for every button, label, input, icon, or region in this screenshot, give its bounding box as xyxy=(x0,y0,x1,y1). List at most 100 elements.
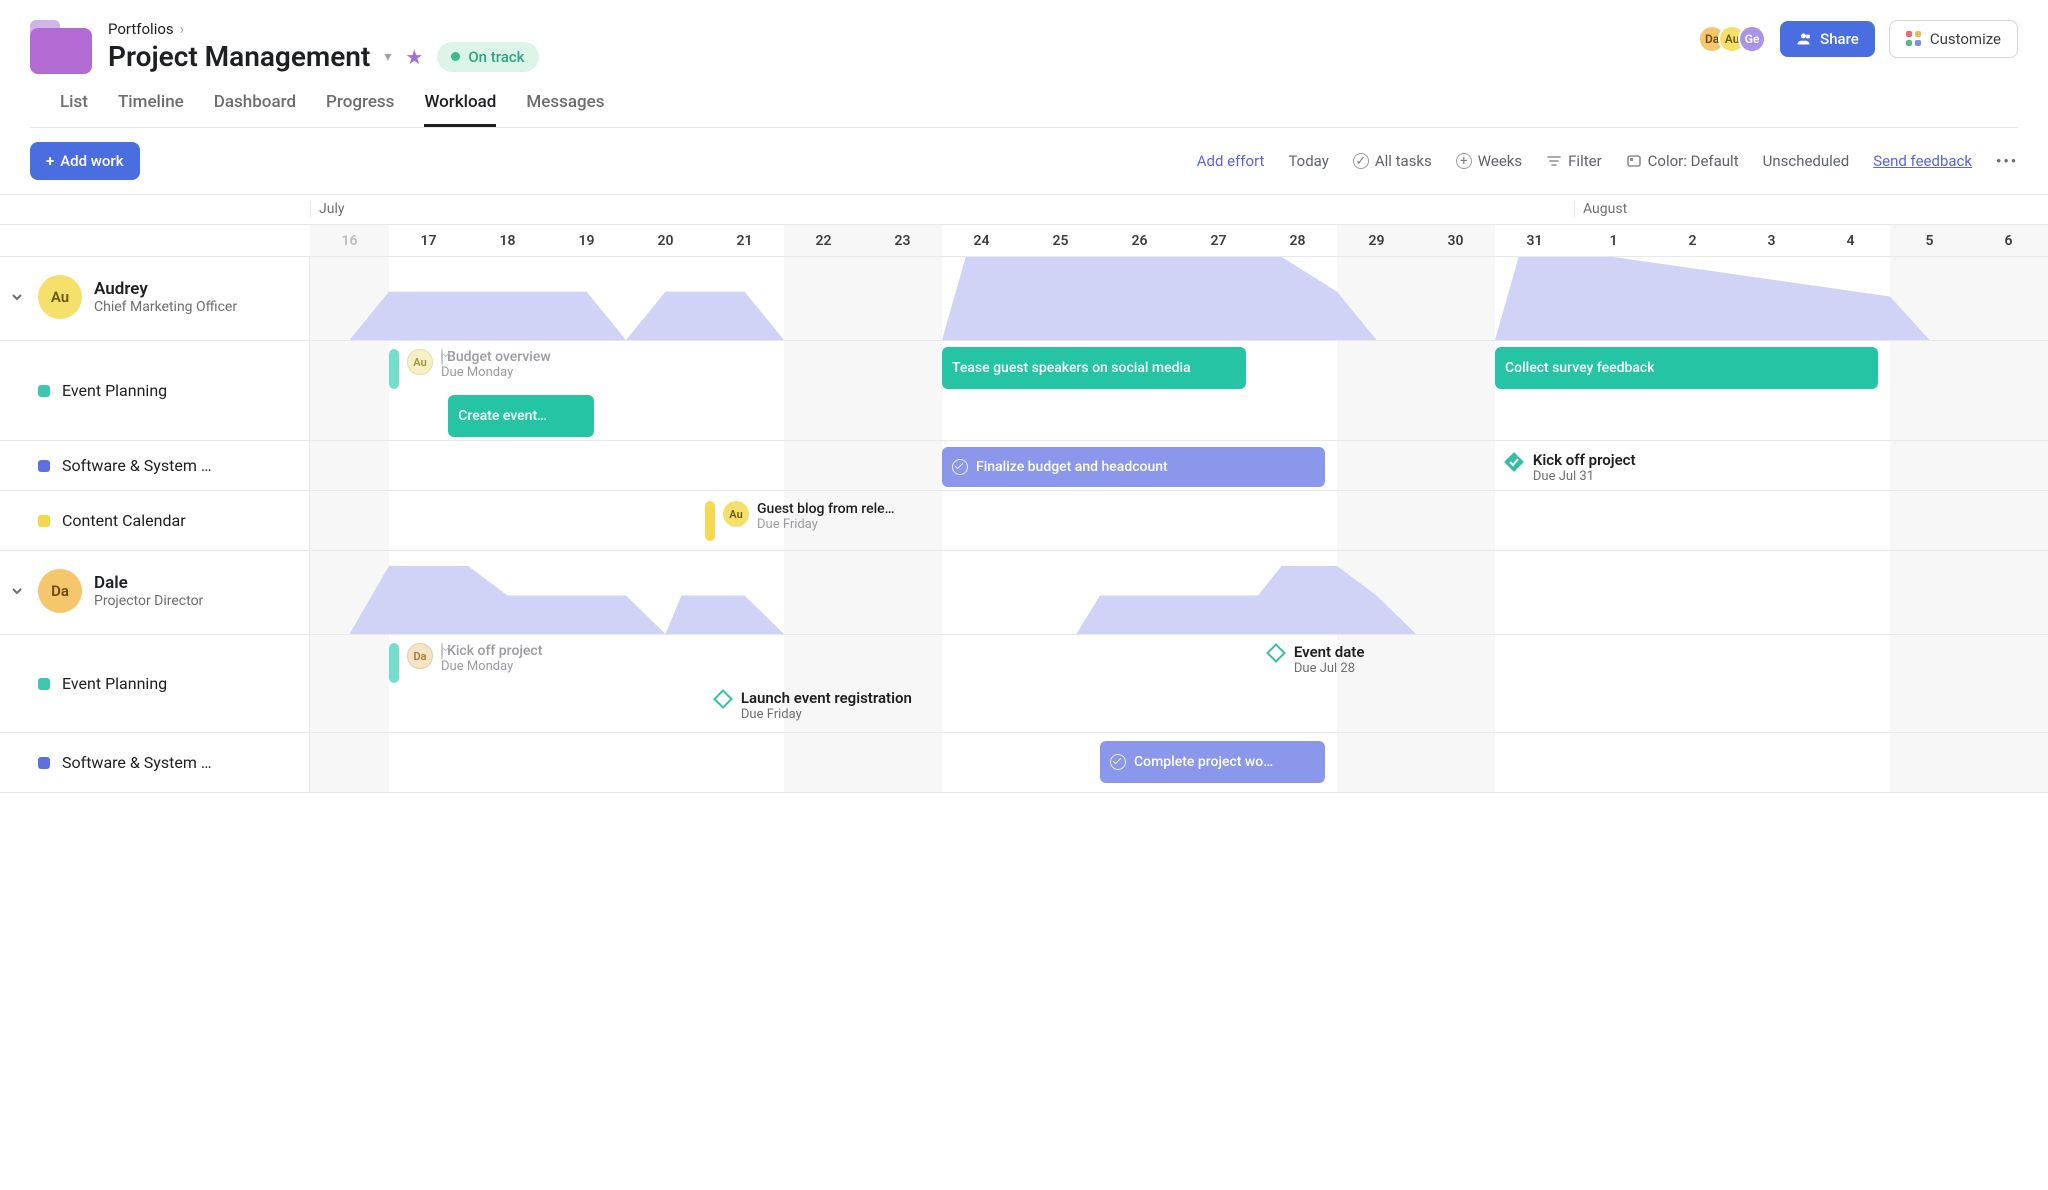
collapse-toggle[interactable] xyxy=(8,582,26,600)
people-icon xyxy=(1796,31,1812,47)
timeline-row: Complete project wo… xyxy=(310,733,2048,793)
task-create-event[interactable]: Create event… xyxy=(448,395,594,437)
share-button[interactable]: Share xyxy=(1780,21,1875,57)
date-cell: 30 xyxy=(1416,225,1495,256)
task-collect-survey[interactable]: Collect survey feedback xyxy=(1495,347,1878,389)
tab-list[interactable]: List xyxy=(60,92,88,127)
project-color-icon xyxy=(38,757,50,769)
member-avatar-stack[interactable]: Da Au Ge xyxy=(1698,25,1766,53)
project-row-event[interactable]: Event Planning xyxy=(0,341,309,441)
resource-list: Au Audrey Chief Marketing Officer Event … xyxy=(0,257,310,793)
avatar: Da xyxy=(38,569,82,613)
collapse-toggle[interactable] xyxy=(8,288,26,306)
status-label: On track xyxy=(468,48,524,66)
date-cell: 24 xyxy=(942,225,1021,256)
breadcrumb[interactable]: Portfolios › xyxy=(108,20,539,38)
add-work-button[interactable]: + Add work xyxy=(30,142,140,180)
milestone-event-date[interactable]: Event date Due Jul 28 xyxy=(1266,643,1365,676)
filter-icon xyxy=(1546,153,1562,169)
date-header: 16171819202122232425262728293031123456 xyxy=(310,225,2048,256)
add-effort-link[interactable]: Add effort xyxy=(1197,152,1265,170)
date-cell: 4 xyxy=(1811,225,1890,256)
project-color-icon xyxy=(38,385,50,397)
project-row-software[interactable]: Software & System … xyxy=(0,441,309,491)
date-cell: 27 xyxy=(1179,225,1258,256)
timeline-row: Finalize budget and headcount Kick off p… xyxy=(310,441,2048,491)
status-chip[interactable]: On track xyxy=(437,42,538,72)
customize-grid-icon xyxy=(1906,31,1922,47)
date-cell: 25 xyxy=(1021,225,1100,256)
project-color-icon xyxy=(38,678,50,690)
unscheduled-button[interactable]: Unscheduled xyxy=(1763,152,1850,170)
date-cell: 23 xyxy=(863,225,942,256)
person-title: Projector Director xyxy=(94,593,203,609)
date-cell: 21 xyxy=(705,225,784,256)
date-cell: 18 xyxy=(468,225,547,256)
person-title: Chief Marketing Officer xyxy=(94,299,237,315)
check-icon xyxy=(1110,754,1126,770)
check-icon xyxy=(952,459,968,475)
task-budget-overview[interactable]: Au Budget overview Due Monday xyxy=(389,349,551,389)
project-row-software[interactable]: Software & System … xyxy=(0,733,309,793)
date-cell: 26 xyxy=(1100,225,1179,256)
timeline-row: Au Guest blog from rele… Due Friday xyxy=(310,491,2048,551)
palette-icon xyxy=(1626,153,1642,169)
diamond-icon xyxy=(1266,643,1286,663)
date-cell: 31 xyxy=(1495,225,1574,256)
task-complete-project[interactable]: Complete project wo… xyxy=(1100,741,1325,783)
diamond-check-icon xyxy=(1503,451,1525,473)
send-feedback-link[interactable]: Send feedback xyxy=(1873,152,1972,170)
timeline-row: Da Kick off project Due Monday Event dat… xyxy=(310,635,2048,733)
color-button[interactable]: Color: Default xyxy=(1626,152,1739,170)
milestone-launch[interactable]: Launch event registration Due Friday xyxy=(713,689,912,722)
workload-toolbar: + Add work Add effort Today ✓ All tasks … xyxy=(0,128,2048,195)
view-tabs: List Timeline Dashboard Progress Workloa… xyxy=(30,74,2018,128)
date-cell: 1 xyxy=(1574,225,1653,256)
title-dropdown-icon[interactable]: ▾ xyxy=(384,49,391,65)
tab-workload[interactable]: Workload xyxy=(424,92,496,127)
portfolio-folder-icon xyxy=(30,20,92,74)
milestone-kickoff[interactable]: Kick off project Due Jul 31 xyxy=(1503,451,1636,484)
month-header: July August xyxy=(310,195,2048,224)
task-kickoff-ghost[interactable]: Da Kick off project Due Monday xyxy=(389,643,542,683)
date-cell: 19 xyxy=(547,225,626,256)
status-dot-icon xyxy=(451,52,460,61)
diamond-icon xyxy=(713,689,733,709)
project-color-icon xyxy=(38,515,50,527)
check-circle-icon: ✓ xyxy=(1353,153,1369,169)
tab-timeline[interactable]: Timeline xyxy=(118,92,184,127)
person-row-audrey: Au Audrey Chief Marketing Officer xyxy=(0,257,309,341)
today-button[interactable]: Today xyxy=(1288,152,1328,170)
date-cell: 6 xyxy=(1969,225,2048,256)
favorite-star-icon[interactable]: ★ xyxy=(405,45,423,69)
filter-button[interactable]: Filter xyxy=(1546,152,1602,170)
date-cell: 22 xyxy=(784,225,863,256)
avatar-ge[interactable]: Ge xyxy=(1738,25,1766,53)
project-row-event[interactable]: Event Planning xyxy=(0,635,309,733)
date-cell: 17 xyxy=(389,225,468,256)
capacity-chart-dale xyxy=(310,551,2048,635)
zoom-weeks[interactable]: + Weeks xyxy=(1456,152,1522,170)
more-menu-icon[interactable]: ••• xyxy=(1996,152,2018,170)
person-row-dale: Da Dale Projector Director xyxy=(0,551,309,635)
task-guest-blog[interactable]: Au Guest blog from rele… Due Friday xyxy=(705,501,895,541)
zoom-icon: + xyxy=(1456,153,1472,169)
breadcrumb-parent[interactable]: Portfolios xyxy=(108,20,174,38)
date-cell: 28 xyxy=(1258,225,1337,256)
task-finalize-budget[interactable]: Finalize budget and headcount xyxy=(942,447,1325,487)
project-row-content[interactable]: Content Calendar xyxy=(0,491,309,551)
workload-grid: July August 1617181920212223242526272829… xyxy=(0,195,2048,793)
customize-button[interactable]: Customize xyxy=(1889,20,2018,58)
all-tasks-filter[interactable]: ✓ All tasks xyxy=(1353,152,1432,170)
avatar: Au xyxy=(38,275,82,319)
date-cell: 16 xyxy=(310,225,389,256)
page-header: Portfolios › Project Management ▾ ★ On t… xyxy=(0,0,2048,128)
date-cell: 29 xyxy=(1337,225,1416,256)
tab-messages[interactable]: Messages xyxy=(526,92,604,127)
tab-dashboard[interactable]: Dashboard xyxy=(214,92,296,127)
date-cell: 2 xyxy=(1653,225,1732,256)
task-tease-speakers[interactable]: Tease guest speakers on social media xyxy=(942,347,1246,389)
tab-progress[interactable]: Progress xyxy=(326,92,394,127)
timeline-row: Au Budget overview Due Monday Create eve… xyxy=(310,341,2048,441)
page-title: Project Management xyxy=(108,40,370,73)
